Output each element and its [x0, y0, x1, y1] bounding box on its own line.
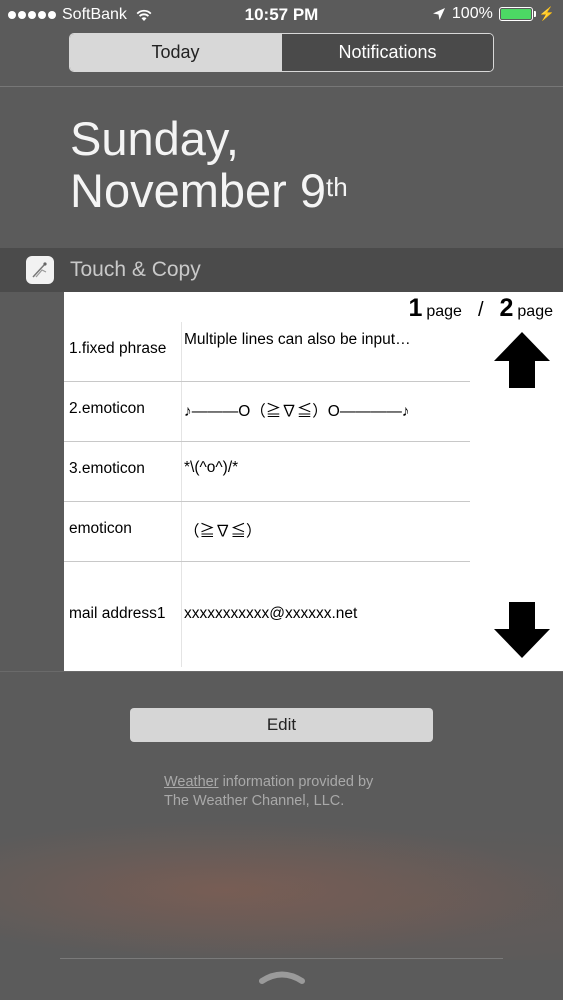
page-indicator: 1 page / 2 page	[408, 294, 553, 323]
phrase-value: *\(^o^)/*	[184, 459, 239, 476]
date-heading: Sunday, November 9th	[70, 113, 348, 217]
background-blur	[0, 820, 563, 960]
phrase-name: 1.fixed phrase	[69, 340, 167, 357]
date-weekday: Sunday,	[70, 112, 239, 165]
status-bar: SoftBank 10:57 PM 100% ⚡	[0, 0, 563, 30]
phrase-row[interactable]: 3.emoticon *\(^o^)/*	[64, 442, 470, 502]
widget-title: Touch & Copy	[70, 258, 201, 281]
weather-attribution: Weather information provided by The Weat…	[164, 773, 373, 811]
divider	[60, 958, 503, 959]
touch-copy-app-icon	[26, 256, 54, 284]
charging-bolt-icon: ⚡	[538, 6, 555, 21]
phrase-value: xxxxxxxxxxx@xxxxxx.net	[184, 605, 358, 622]
phrase-list: 1.fixed phrase Multiple lines can also b…	[64, 322, 470, 672]
total-pages-label: page	[517, 303, 553, 320]
current-page: 1	[408, 294, 423, 322]
arrow-down-icon[interactable]	[493, 600, 551, 660]
widget-header[interactable]: Touch & Copy	[0, 248, 563, 292]
battery-icon	[498, 7, 536, 21]
weather-link[interactable]: Weather	[164, 774, 219, 790]
attribution-provider: The Weather Channel, LLC.	[164, 793, 345, 809]
page-separator: /	[477, 299, 484, 321]
phrase-value: ♪———O（≧∇≦）O————♪	[184, 403, 410, 420]
total-pages: 2	[499, 294, 514, 322]
phrase-name: emoticon	[69, 520, 132, 537]
status-right: 100% ⚡	[432, 5, 555, 23]
edit-button[interactable]: Edit	[130, 708, 433, 742]
battery-percent: 100%	[451, 5, 493, 22]
phrase-row[interactable]: emoticon （≧∇≦）	[64, 502, 470, 562]
phrase-row[interactable]: 2.emoticon ♪———O（≧∇≦）O————♪	[64, 382, 470, 442]
phrase-value: （≧∇≦）	[184, 523, 262, 540]
phrase-row[interactable]: 1.fixed phrase Multiple lines can also b…	[64, 322, 470, 382]
tab-today[interactable]: Today	[70, 34, 281, 71]
divider	[0, 86, 563, 87]
current-page-label: page	[426, 303, 462, 320]
phrase-name: mail address1	[69, 605, 166, 622]
phrase-row[interactable]: mail address1 xxxxxxxxxxx@xxxxxx.net	[64, 562, 470, 672]
widget-body: 1 page / 2 page 1.fixed phrase Multiple …	[64, 292, 563, 671]
tab-notifications[interactable]: Notifications	[281, 34, 493, 71]
phrase-value: Multiple lines can also be input…	[184, 331, 411, 348]
date-month-day: November 9th	[70, 164, 348, 217]
phrase-name: 2.emoticon	[69, 400, 145, 417]
attribution-text: information provided by	[218, 774, 374, 790]
location-arrow-icon	[432, 8, 445, 20]
view-segmented-control: Today Notifications	[69, 33, 494, 72]
phrase-name: 3.emoticon	[69, 460, 145, 477]
arrow-up-icon[interactable]	[493, 330, 551, 390]
grabber-handle-icon[interactable]	[258, 968, 306, 986]
divider	[0, 671, 563, 672]
